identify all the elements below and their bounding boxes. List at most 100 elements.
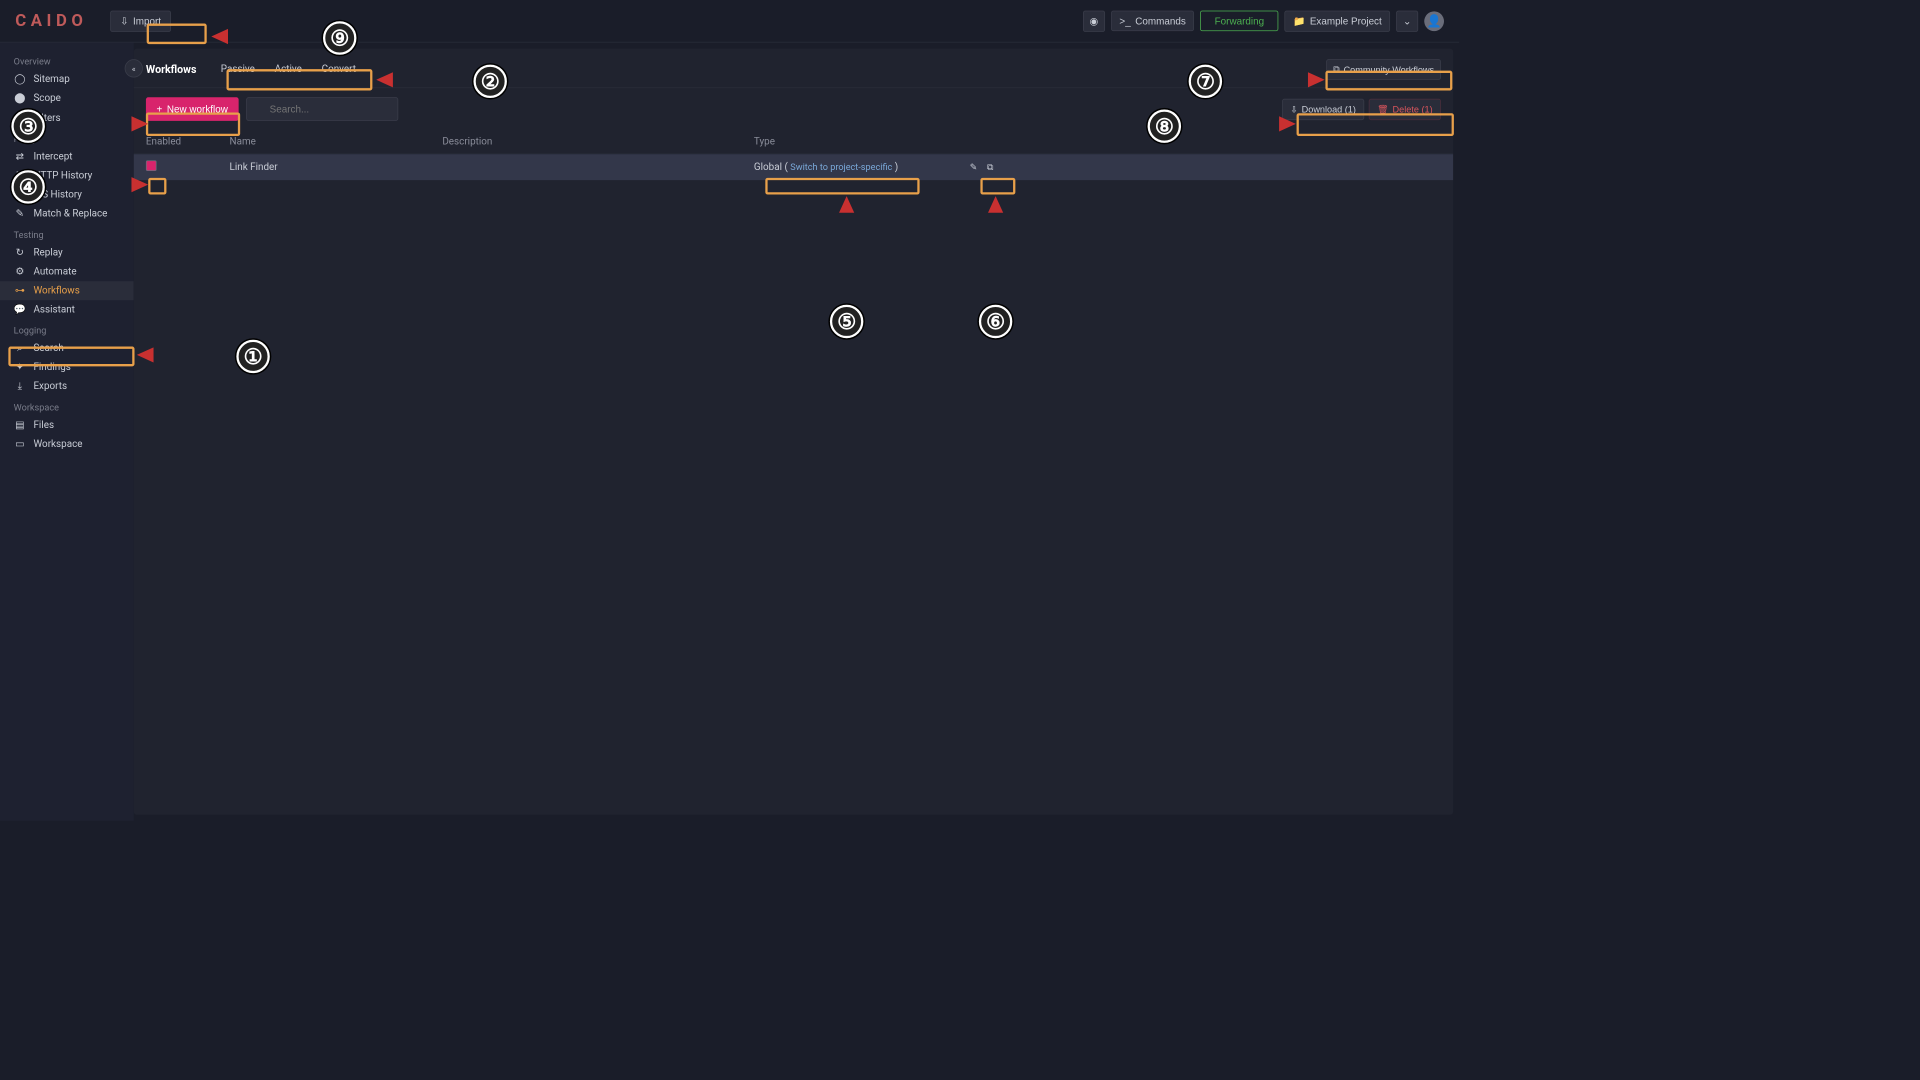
import-label: Import: [133, 15, 161, 26]
match-replace-icon: ✎: [14, 208, 26, 219]
app-header: CAIDO ⇩ Import ◉ >_ Commands Forwarding …: [0, 0, 1459, 43]
header-right: ◉ >_ Commands Forwarding 📁 Example Proje…: [1083, 10, 1444, 31]
copy-button[interactable]: ⧉: [983, 160, 997, 174]
section-workspace: Workspace: [0, 396, 134, 416]
chevron-left-icon: «: [132, 63, 136, 73]
sidebar-item-label: Match & Replace: [33, 208, 107, 219]
sidebar-item-workflows[interactable]: ⊶Workflows: [0, 281, 134, 300]
download-label: Download (1): [1302, 104, 1356, 115]
col-desc-header: Description: [442, 136, 754, 147]
type-prefix: Global (: [754, 162, 790, 173]
user-icon: 👤: [1427, 14, 1442, 28]
section-overview: Overview: [0, 50, 134, 70]
tab-active[interactable]: Active: [272, 62, 305, 76]
ws-history-icon: ⇆: [14, 189, 26, 200]
sidebar-item-http-history[interactable]: ≣ HTTP History: [0, 166, 134, 185]
cell-name: Link Finder: [230, 162, 443, 173]
sidebar-item-label: Scope: [33, 93, 60, 104]
sidebar-collapse[interactable]: «: [125, 59, 143, 77]
workspace-icon: ▭: [14, 439, 26, 450]
intercept-icon: ⇄: [14, 151, 26, 162]
search-input[interactable]: [246, 97, 398, 121]
sidebar-item-automate[interactable]: ⚙Automate: [0, 262, 134, 281]
sidebar-item-match-replace[interactable]: ✎ Match & Replace: [0, 204, 134, 223]
sidebar-item-workspace[interactable]: ▭ Workspace: [0, 435, 134, 454]
sidebar-item-label: HTTP History: [33, 170, 92, 181]
trash-icon: 🗑: [1377, 104, 1389, 115]
sidebar-item-label: Findings: [33, 362, 70, 373]
help-button[interactable]: ◉: [1083, 10, 1105, 31]
page-title: Workflows: [146, 63, 197, 75]
copy-icon: ⧉: [987, 162, 994, 173]
sidebar-item-assistant[interactable]: 💬 Assistant: [0, 300, 134, 319]
help-icon: ◉: [1090, 15, 1099, 27]
commands-button[interactable]: >_ Commands: [1111, 11, 1194, 32]
sidebar-item-scope[interactable]: ⬤ Scope: [0, 89, 134, 108]
filters-icon: ≡: [14, 112, 26, 124]
col-enabled-header: Enabled: [146, 136, 230, 147]
col-type-header: Type: [754, 136, 967, 147]
sidebar-item-intercept[interactable]: ⇄ Intercept: [0, 147, 134, 166]
sidebar: Overview ◯Sitemap ⬤Scope ≡Filters Proxy …: [0, 43, 134, 821]
cell-enabled: [146, 160, 230, 174]
delete-label: Delete (1): [1393, 104, 1433, 115]
search-wrap: [246, 97, 398, 121]
external-link-icon: ⧉: [1333, 64, 1340, 75]
enabled-checkbox[interactable]: [146, 160, 157, 171]
edit-icon: ✎: [970, 162, 978, 173]
logo: CAIDO: [15, 11, 87, 30]
commands-label: Commands: [1135, 15, 1186, 26]
forwarding-label: Forwarding: [1215, 15, 1264, 26]
sidebar-item-label: Workflows: [33, 285, 79, 296]
terminal-icon: >_: [1119, 15, 1130, 26]
sidebar-item-label: Filters: [33, 112, 60, 123]
findings-icon: ✦: [14, 362, 26, 373]
http-history-icon: ≣: [14, 170, 26, 181]
type-suffix: ): [892, 162, 898, 173]
sidebar-item-ws-history[interactable]: ⇆ WS History: [0, 185, 134, 204]
table-row[interactable]: Link Finder Global ( Switch to project-s…: [134, 154, 1453, 180]
tab-convert[interactable]: Convert: [319, 62, 359, 76]
download-icon: ⇩: [1290, 104, 1298, 115]
sidebar-item-label: Workspace: [33, 439, 82, 450]
sitemap-icon: ◯: [14, 74, 26, 85]
project-dropdown[interactable]: ⌄: [1396, 10, 1418, 31]
sidebar-item-replay[interactable]: ↻Replay: [0, 243, 134, 262]
main-panel: Workflows Passive Active Convert ⧉ Commu…: [134, 49, 1453, 815]
scope-icon: ⬤: [14, 93, 26, 104]
tabbar: Workflows Passive Active Convert ⧉ Commu…: [134, 49, 1453, 89]
chevron-down-icon: ⌄: [1403, 15, 1411, 27]
switch-scope-link[interactable]: Switch to project-specific: [790, 162, 892, 173]
user-avatar[interactable]: 👤: [1424, 11, 1444, 31]
sidebar-item-search[interactable]: ⌕Search: [0, 339, 134, 358]
cell-actions: ✎ ⧉: [967, 160, 1043, 174]
community-workflows-button[interactable]: ⧉ Community Workflows: [1326, 59, 1441, 80]
sidebar-item-label: Assistant: [33, 304, 74, 315]
import-button[interactable]: ⇩ Import: [110, 10, 171, 31]
sidebar-item-sitemap[interactable]: ◯ Sitemap: [0, 70, 134, 89]
section-testing: Testing: [0, 223, 134, 243]
delete-button[interactable]: 🗑 Delete (1): [1369, 98, 1441, 119]
edit-button[interactable]: ✎: [967, 160, 981, 174]
table-header: Enabled Name Description Type: [134, 130, 1453, 154]
sidebar-item-exports[interactable]: ⤓Exports: [0, 377, 134, 396]
section-logging: Logging: [0, 319, 134, 339]
sidebar-item-files[interactable]: ▤Files: [0, 416, 134, 435]
new-workflow-button[interactable]: + New workflow: [146, 97, 239, 121]
folder-icon: 📁: [1293, 15, 1305, 27]
download-button[interactable]: ⇩ Download (1): [1282, 98, 1364, 119]
sidebar-item-label: Intercept: [33, 151, 72, 162]
sidebar-item-filters[interactable]: ≡ Filters: [0, 108, 134, 128]
sidebar-item-label: WS History: [33, 189, 82, 200]
sidebar-item-label: Exports: [33, 381, 67, 392]
sidebar-item-findings[interactable]: ✦ Findings: [0, 358, 134, 377]
sidebar-item-label: Sitemap: [33, 74, 69, 85]
tab-passive[interactable]: Passive: [218, 62, 258, 76]
automate-icon: ⚙: [14, 266, 26, 277]
sidebar-item-label: Files: [33, 420, 54, 431]
project-selector[interactable]: 📁 Example Project: [1285, 10, 1391, 31]
community-label: Community Workflows: [1344, 64, 1435, 75]
forwarding-button[interactable]: Forwarding: [1200, 11, 1278, 32]
search-icon: ⌕: [14, 343, 26, 354]
assistant-icon: 💬: [14, 304, 26, 315]
